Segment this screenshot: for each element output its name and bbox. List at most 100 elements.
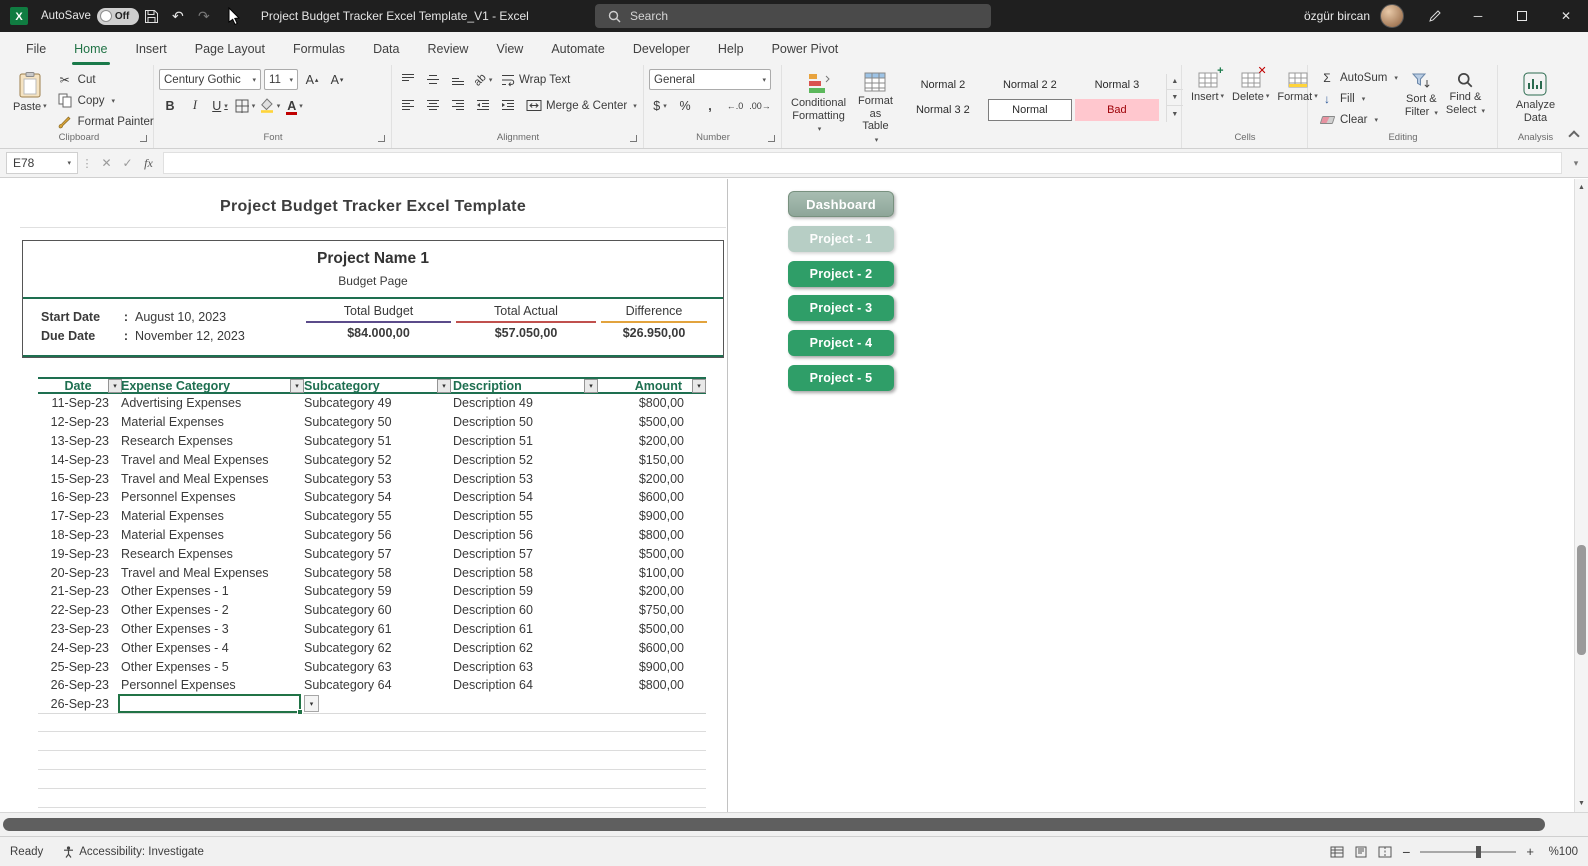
search-box[interactable]: Search xyxy=(595,4,991,28)
cell-description[interactable]: Description 59 xyxy=(449,584,594,598)
increase-decimal-button[interactable]: ←.0 xyxy=(724,95,746,116)
cell-date[interactable]: 26-Sep-23 xyxy=(38,697,118,711)
autosave-toggle[interactable]: AutoSave Off xyxy=(41,7,139,25)
delete-cells-button[interactable]: ✕ Delete ▾ xyxy=(1228,65,1273,107)
zoom-slider-thumb[interactable] xyxy=(1476,845,1482,858)
cell-date[interactable]: 14-Sep-23 xyxy=(38,453,118,467)
header-subcategory[interactable]: Subcategory xyxy=(301,379,449,393)
insert-function-icon[interactable]: fx xyxy=(138,156,159,171)
cell-style-normal-3[interactable]: Normal 3 xyxy=(1075,74,1159,96)
format-as-table-button[interactable]: Format as Table ▾ xyxy=(854,69,897,148)
cell-style-normal[interactable]: Normal xyxy=(987,99,1072,121)
cell-amount[interactable]: $800,00 xyxy=(594,396,706,410)
cell-amount[interactable]: $200,00 xyxy=(594,584,706,598)
decrease-font-button[interactable]: A ▾ xyxy=(326,69,348,90)
header-expense-category[interactable]: Expense Category xyxy=(118,379,301,393)
cell-description[interactable]: Description 60 xyxy=(449,603,594,617)
align-middle-button[interactable] xyxy=(422,69,444,90)
cell-subcategory[interactable]: Subcategory 54 xyxy=(301,490,449,504)
nav-button-project-2[interactable]: Project - 2 xyxy=(788,260,894,287)
cell-description[interactable]: Description 56 xyxy=(449,528,594,542)
dialog-launcher-icon[interactable] xyxy=(768,135,775,142)
orientation-button[interactable]: ab ▾ xyxy=(471,69,494,90)
cell-date[interactable]: 16-Sep-23 xyxy=(38,490,118,504)
cell-amount[interactable]: $200,00 xyxy=(594,434,706,448)
cell-date[interactable]: 15-Sep-23 xyxy=(38,472,118,486)
cancel-icon[interactable]: ✕ xyxy=(96,156,117,170)
cell-date[interactable]: 18-Sep-23 xyxy=(38,528,118,542)
tab-formulas[interactable]: Formulas xyxy=(279,32,359,65)
vertical-scrollbar-thumb[interactable] xyxy=(1577,545,1586,655)
cell-date[interactable]: 24-Sep-23 xyxy=(38,641,118,655)
nav-button-dashboard[interactable]: Dashboard xyxy=(788,191,894,217)
cell-category[interactable]: Other Expenses - 2 xyxy=(118,603,301,617)
cell-subcategory[interactable]: Subcategory 55 xyxy=(301,509,449,523)
cell-date[interactable]: 26-Sep-23 xyxy=(38,678,118,692)
cell-description[interactable]: Description 57 xyxy=(449,547,594,561)
cell-date[interactable]: 17-Sep-23 xyxy=(38,509,118,523)
cell-date[interactable]: 12-Sep-23 xyxy=(38,415,118,429)
font-color-button[interactable]: A ▾ xyxy=(284,95,306,116)
find-select-button[interactable]: Find & Select ▾ xyxy=(1442,69,1489,119)
cell-amount[interactable]: $900,00 xyxy=(594,509,706,523)
paste-button[interactable]: Paste ▾ xyxy=(9,69,51,117)
cell-category[interactable]: Material Expenses xyxy=(118,415,301,429)
cell-amount[interactable]: $500,00 xyxy=(594,547,706,561)
tab-page-layout[interactable]: Page Layout xyxy=(181,32,279,65)
cell-amount[interactable]: $750,00 xyxy=(594,603,706,617)
nav-button-project-1[interactable]: Project - 1 xyxy=(788,225,894,252)
scroll-up-icon[interactable]: ▲ xyxy=(1575,184,1588,191)
tab-view[interactable]: View xyxy=(482,32,537,65)
cell-category[interactable]: Travel and Meal Expenses xyxy=(118,472,301,486)
cell-subcategory[interactable]: Subcategory 50 xyxy=(301,415,449,429)
close-button[interactable]: ✕ xyxy=(1544,0,1588,32)
autosum-button[interactable]: Σ AutoSum ▾ xyxy=(1316,69,1401,86)
filter-button-description[interactable]: ▾ xyxy=(584,379,598,393)
cell-date[interactable]: 21-Sep-23 xyxy=(38,584,118,598)
redo-button[interactable]: ↷ xyxy=(191,0,217,32)
cell-amount[interactable]: $800,00 xyxy=(594,528,706,542)
worksheet[interactable]: Project Budget Tracker Excel Template Pr… xyxy=(0,179,1574,812)
tab-file[interactable]: File xyxy=(12,32,60,65)
underline-button[interactable]: U ▾ xyxy=(209,95,231,116)
tab-developer[interactable]: Developer xyxy=(619,32,704,65)
save-button[interactable] xyxy=(139,0,165,32)
cell-category[interactable]: Personnel Expenses xyxy=(118,678,301,692)
cell-category[interactable]: Travel and Meal Expenses xyxy=(118,453,301,467)
cell-style-bad[interactable]: Bad xyxy=(1074,99,1159,121)
cell-dropdown-button[interactable]: ▾ xyxy=(304,695,319,713)
cell-style-normal-2-2[interactable]: Normal 2 2 xyxy=(988,74,1072,96)
cell-category[interactable]: Material Expenses xyxy=(118,509,301,523)
cell-amount[interactable]: $150,00 xyxy=(594,453,706,467)
align-bottom-button[interactable] xyxy=(447,69,469,90)
cell-style-normal-2[interactable]: Normal 2 xyxy=(901,74,985,96)
cell-description[interactable]: Description 51 xyxy=(449,434,594,448)
borders-button[interactable]: ▾ xyxy=(234,95,256,116)
cell-category[interactable]: Other Expenses - 3 xyxy=(118,622,301,636)
cell-subcategory[interactable]: Subcategory 64 xyxy=(301,678,449,692)
wrap-text-button[interactable]: Wrap Text xyxy=(497,69,574,90)
zoom-slider[interactable] xyxy=(1420,845,1517,858)
name-box[interactable]: E78 ▾ xyxy=(6,152,78,174)
inking-button[interactable] xyxy=(1420,9,1450,23)
insert-cells-button[interactable]: + Insert ▾ xyxy=(1187,65,1228,107)
cell-amount[interactable]: $500,00 xyxy=(594,415,706,429)
tab-help[interactable]: Help xyxy=(704,32,758,65)
cell-description[interactable]: Description 63 xyxy=(449,660,594,674)
cell-amount[interactable]: $200,00 xyxy=(594,472,706,486)
cell-date[interactable]: 19-Sep-23 xyxy=(38,547,118,561)
empty-row[interactable] xyxy=(38,751,706,770)
empty-row[interactable] xyxy=(38,732,706,752)
minimize-button[interactable]: ─ xyxy=(1456,0,1500,32)
cell-category[interactable]: Research Expenses xyxy=(118,434,301,448)
cell-description[interactable]: Description 54 xyxy=(449,490,594,504)
cell-style-normal-3-2[interactable]: Normal 3 2 xyxy=(901,99,985,121)
align-right-button[interactable] xyxy=(447,95,469,116)
cell-subcategory[interactable]: Subcategory 61 xyxy=(301,622,449,636)
copy-button[interactable]: Copy ▾ xyxy=(54,92,157,109)
filter-button-expense-category[interactable]: ▾ xyxy=(290,379,304,393)
align-top-button[interactable] xyxy=(397,69,419,90)
header-amount[interactable]: Amount xyxy=(594,379,706,393)
excel-logo-icon[interactable]: X xyxy=(10,7,28,25)
header-description[interactable]: Description xyxy=(449,379,594,393)
